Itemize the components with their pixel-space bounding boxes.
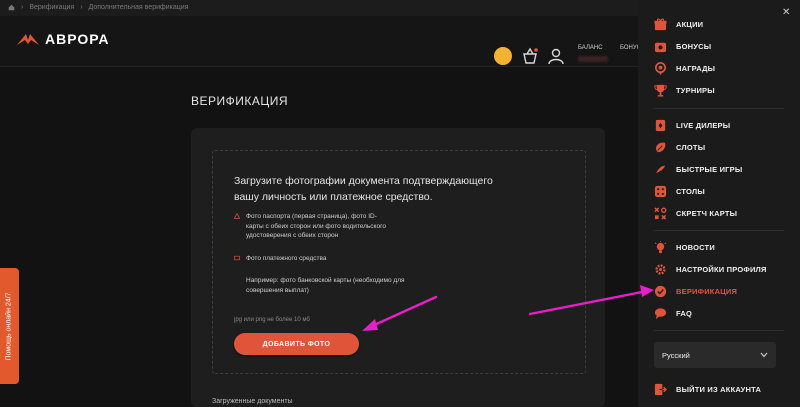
- add-photo-button[interactable]: ДОБАВИТЬ ФОТО: [234, 333, 359, 355]
- menu-item-slots[interactable]: СЛОТЫ: [654, 141, 705, 154]
- online-help-label: Помощь онлайн 24/7: [6, 291, 13, 361]
- logout-icon: [654, 383, 667, 396]
- menu-item-label: НАСТРОЙКИ ПРОФИЛЯ: [676, 265, 767, 274]
- menu-item-label: НОВОСТИ: [676, 243, 715, 252]
- menu-item-promotions[interactable]: АКЦИИ: [654, 18, 703, 31]
- menu-item-rewards[interactable]: НАГРАДЫ: [654, 62, 715, 75]
- requirement-passport: Фото паспорта (первая страница), фото ID…: [234, 212, 394, 241]
- menu-item-label: БЫСТРЫЕ ИГРЫ: [676, 165, 743, 174]
- uploaded-documents-heading: Загруженные документы: [212, 398, 293, 405]
- chat-icon: [654, 308, 667, 320]
- language-select[interactable]: Русский: [654, 342, 776, 368]
- menu-item-scratch-cards[interactable]: СКРЕТЧ КАРТЫ: [654, 207, 737, 220]
- breadcrumb-chevron-icon: ›: [80, 4, 83, 11]
- logo[interactable]: АВРОРА: [17, 31, 109, 47]
- bolt-icon: [655, 165, 666, 174]
- menu-item-label: FAQ: [676, 309, 693, 318]
- slots-icon: [655, 142, 666, 153]
- menu-item-label: ВЕРИФИКАЦИЯ: [676, 287, 738, 296]
- requirement-payment-text: Фото платежного средства: [246, 255, 327, 262]
- warning-icon: [234, 213, 240, 219]
- upload-heading: Загрузите фотографии документа подтвержд…: [234, 175, 493, 203]
- menu-item-news[interactable]: НОВОСТИ: [654, 241, 715, 254]
- home-icon[interactable]: [8, 4, 15, 11]
- gear-icon: [655, 264, 666, 275]
- breadcrumb-chevron-icon: ›: [21, 4, 24, 11]
- scratch-icon: [654, 207, 667, 220]
- cards-icon: [655, 119, 666, 132]
- menu-divider: [654, 230, 784, 231]
- menu-item-live-dealers[interactable]: LIVE ДИЛЕРЫ: [654, 119, 730, 132]
- menu-item-label: БОНУСЫ: [676, 42, 712, 51]
- file-formats-hint: jpg или png не более 10 мб: [234, 317, 310, 323]
- balance-label: БАЛАНС: [578, 45, 603, 51]
- logout-label: ВЫЙТИ ИЗ АККАУНТА: [676, 385, 762, 394]
- menu-item-bonuses[interactable]: БОНУСЫ: [654, 40, 711, 53]
- check-icon: [654, 285, 667, 298]
- bulb-icon: [654, 241, 667, 254]
- page-title: ВЕРИФИКАЦИЯ: [191, 94, 289, 108]
- menu-item-label: СТОЛЫ: [676, 187, 705, 196]
- emoji-avatar-icon[interactable]: [494, 47, 512, 65]
- menu-item-label: АКЦИИ: [676, 20, 704, 29]
- menu-item-profile-settings[interactable]: НАСТРОЙКИ ПРОФИЛЯ: [654, 263, 767, 276]
- brand-name: АВРОРА: [45, 31, 110, 47]
- dice-icon: [654, 185, 667, 198]
- requirement-passport-text: Фото паспорта (первая страница), фото ID…: [246, 213, 386, 239]
- menu-item-label: ТУРНИРЫ: [676, 86, 715, 95]
- breadcrumb-item-verification[interactable]: Верификация: [29, 4, 74, 11]
- menu-divider: [654, 330, 784, 331]
- language-value: Русский: [662, 350, 690, 360]
- logout-button[interactable]: ВЫЙТИ ИЗ АККАУНТА: [654, 383, 761, 396]
- menu-item-label: СЛОТЫ: [676, 143, 706, 152]
- menu-item-label: LIVE ДИЛЕРЫ: [676, 121, 731, 130]
- gift-icon: [654, 18, 667, 31]
- user-icon[interactable]: [547, 47, 565, 65]
- bonus-icon: [654, 42, 667, 53]
- logo-bird-icon: [17, 34, 39, 45]
- menu-item-verification[interactable]: ВЕРИФИКАЦИЯ: [654, 285, 737, 298]
- menu-item-label: НАГРАДЫ: [676, 64, 716, 73]
- menu-item-tournaments[interactable]: ТУРНИРЫ: [654, 84, 715, 97]
- menu-item-label: СКРЕТЧ КАРТЫ: [676, 209, 738, 218]
- menu-item-fast-games[interactable]: БЫСТРЫЕ ИГРЫ: [654, 163, 742, 176]
- payment-example: Например: фото банковской карты (необход…: [246, 277, 405, 294]
- card-icon: [234, 255, 240, 261]
- requirement-payment: Фото платежного средства: [234, 254, 394, 264]
- balance-value: [578, 56, 608, 62]
- close-icon[interactable]: ✕: [782, 7, 790, 18]
- basket-icon[interactable]: [521, 47, 539, 65]
- chevron-down-icon: [760, 352, 768, 358]
- online-help-tab[interactable]: Помощь онлайн 24/7: [0, 268, 19, 384]
- breadcrumb-item-current: Дополнительная верификация: [88, 4, 189, 11]
- medal-icon: [655, 62, 666, 75]
- menu-item-tables[interactable]: СТОЛЫ: [654, 185, 705, 198]
- menu-divider: [654, 108, 784, 109]
- menu-item-faq[interactable]: FAQ: [654, 307, 692, 320]
- trophy-icon: [654, 84, 667, 97]
